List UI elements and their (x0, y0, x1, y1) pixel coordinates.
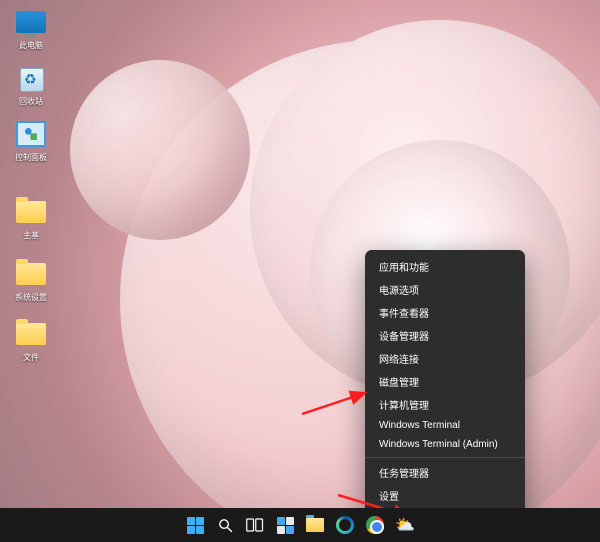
desktop-icon-this-pc[interactable]: 此电脑 (6, 6, 56, 51)
start-icon (187, 517, 204, 534)
desktop-icon-label: 文件 (6, 352, 56, 363)
weather-button[interactable]: ⛅ (394, 514, 416, 536)
context-menu-item[interactable]: 计算机管理 (365, 393, 525, 416)
task-view-button[interactable] (244, 514, 266, 536)
folder-icon (16, 263, 46, 285)
pc-icon (16, 11, 46, 33)
desktop-icon-folder-2[interactable]: 系统设置 (6, 258, 56, 303)
folder-icon (16, 323, 46, 345)
context-menu-item[interactable]: 设备管理器 (365, 324, 525, 347)
desktop-icon-label: 系统设置 (6, 292, 56, 303)
desktop-icon-label: 控制面板 (6, 152, 56, 163)
edge-icon (336, 516, 354, 534)
widgets-icon (277, 517, 294, 534)
context-menu-item[interactable]: Windows Terminal (Admin) (365, 435, 525, 454)
context-menu-item[interactable]: 网络连接 (365, 347, 525, 370)
context-menu-item[interactable]: 设置 (365, 484, 525, 507)
recycle-bin-icon (18, 64, 44, 92)
context-menu-item[interactable]: 应用和功能 (365, 255, 525, 278)
search-icon (217, 517, 234, 534)
chrome-icon (366, 516, 384, 534)
context-menu-item[interactable]: Windows Terminal (365, 416, 525, 435)
search-button[interactable] (214, 514, 236, 536)
context-menu-item[interactable]: 电源选项 (365, 278, 525, 301)
weather-icon: ⛅ (395, 515, 415, 535)
desktop-icon-label: 主基 (6, 230, 56, 241)
control-panel-icon (16, 121, 46, 147)
desktop[interactable]: 此电脑 回收站 控制面板 主基 系统设置 文件 应用和功能电源选项事件查看器设备… (0, 0, 600, 542)
chrome-button[interactable] (364, 514, 386, 536)
context-menu-item[interactable]: 磁盘管理 (365, 370, 525, 393)
desktop-icon-label: 此电脑 (6, 40, 56, 51)
context-menu-item[interactable]: 任务管理器 (365, 461, 525, 484)
taskbar: ⛅ (0, 508, 600, 542)
desktop-icon-label: 回收站 (6, 96, 56, 107)
folder-icon (16, 201, 46, 223)
desktop-icon-control-panel[interactable]: 控制面板 (6, 118, 56, 163)
context-menu-item[interactable]: 事件查看器 (365, 301, 525, 324)
widgets-button[interactable] (274, 514, 296, 536)
start-context-menu: 应用和功能电源选项事件查看器设备管理器网络连接磁盘管理计算机管理Windows … (365, 250, 525, 542)
file-explorer-icon (306, 518, 324, 532)
edge-button[interactable] (334, 514, 356, 536)
desktop-icon-folder-3[interactable]: 文件 (6, 318, 56, 363)
context-menu-separator (365, 457, 525, 458)
task-view-icon (246, 518, 264, 532)
desktop-icon-recycle-bin[interactable]: 回收站 (6, 62, 56, 107)
start-button[interactable] (184, 514, 206, 536)
file-explorer-button[interactable] (304, 514, 326, 536)
desktop-icon-folder-1[interactable]: 主基 (6, 196, 56, 241)
